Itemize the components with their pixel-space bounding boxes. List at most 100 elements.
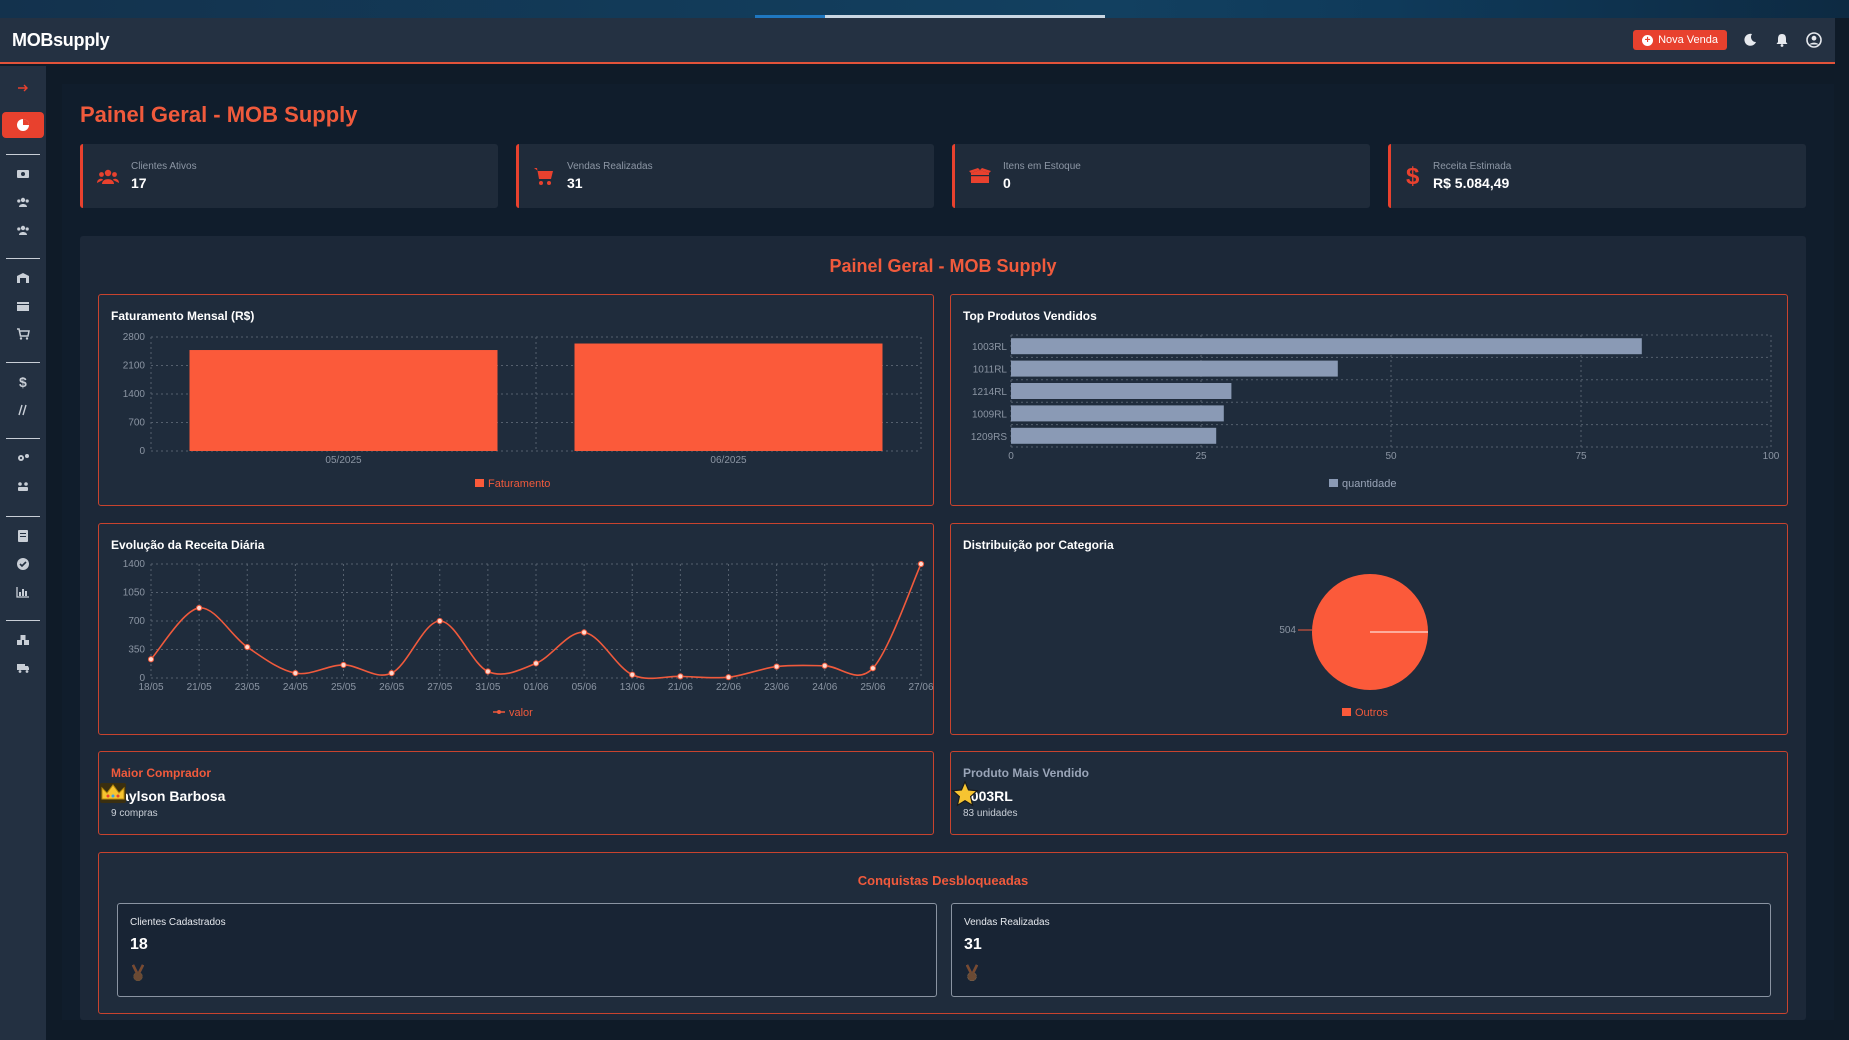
bar: [189, 350, 498, 451]
top-buyer-card: Maior Comprador Raylson Barbosa 9 compra…: [98, 751, 934, 835]
sidebar-item-delivery[interactable]: [4, 656, 42, 680]
sidebar-item-sales[interactable]: [4, 322, 42, 346]
pie-chart-icon: [17, 119, 29, 131]
cart-icon: [534, 168, 553, 185]
data-point: [677, 673, 684, 680]
x-tick-label: 25/05: [331, 682, 356, 693]
boxes-icon: [17, 635, 29, 645]
x-tick-label: 24/05: [283, 682, 308, 693]
y-tick-label: 1400: [123, 559, 146, 570]
svg-text:$: $: [1406, 164, 1420, 188]
slice-label: 504: [1279, 625, 1296, 636]
x-tick-label: 75: [1575, 451, 1587, 462]
x-tick-label: 0: [1008, 451, 1014, 462]
y-tick-label: 1214RL: [972, 387, 1007, 398]
stat-value: 0: [1003, 175, 1011, 191]
users-icon: [17, 197, 29, 207]
bronze-medal-icon: [965, 964, 979, 981]
warehouse-icon: [17, 273, 29, 283]
top-products-svg: 0 25 50 75 100 1003RL 1011RL 1214RL 1009RL 1209RS…: [971, 334, 1780, 490]
sidebar-item-reports[interactable]: [4, 398, 42, 422]
data-point: [917, 560, 925, 568]
y-tick-label: 2800: [123, 332, 146, 343]
top-product-label: Produto Mais Vendido: [963, 766, 1090, 780]
user-avatar-icon[interactable]: [1805, 31, 1823, 49]
sidebar-item-team[interactable]: [4, 218, 42, 242]
x-tick-label: 06/2025: [710, 455, 747, 466]
x-tick-label: 25: [1195, 451, 1207, 462]
x-tick-label: 27/05: [427, 682, 452, 693]
x-tick-label: 21/05: [187, 682, 212, 693]
stat-label: Itens em Estoque: [1003, 161, 1081, 172]
y-tick-label: 0: [139, 446, 145, 457]
x-tick-label: 31/05: [475, 682, 500, 693]
top-buyer-label: Maior Comprador: [111, 766, 212, 780]
achievement-value: 18: [130, 936, 148, 953]
sidebar-item-money[interactable]: [4, 162, 42, 186]
y-tick-label: 1003RL: [972, 342, 1007, 353]
data-point: [725, 674, 732, 681]
stat-value: 31: [567, 175, 583, 191]
sidebar-item-inventory[interactable]: [4, 628, 42, 652]
sidebar-item-dashboard[interactable]: [2, 112, 44, 138]
bar: [1011, 360, 1338, 377]
sidebar-item-products[interactable]: [4, 294, 42, 318]
y-tick-label: 1050: [123, 588, 146, 599]
data-point: [244, 643, 251, 651]
sidebar-divider: [6, 362, 40, 363]
sidebar-toggle-arrow-icon[interactable]: [4, 76, 42, 100]
star-icon: [951, 780, 979, 807]
bar: [1011, 427, 1217, 444]
sidebar-item-settings[interactable]: [4, 446, 42, 470]
top-product-units: 83 unidades: [963, 808, 1018, 819]
main-content: Painel Geral - MOB Supply Clientes Ativo…: [62, 84, 1834, 1020]
achievements-card: Conquistas Desbloqueadas Clientes Cadast…: [98, 852, 1788, 1014]
moon-icon[interactable]: [1741, 31, 1759, 49]
legend-swatch: [475, 479, 484, 487]
x-tick-label: 26/05: [379, 682, 404, 693]
daily-revenue-svg: 03507001050140018/05 21/05 23/05 24/05 25/05…: [123, 559, 934, 719]
dollar-icon: $: [19, 375, 27, 389]
bar: [1011, 405, 1224, 422]
page-title: Painel Geral - MOB Supply: [80, 102, 358, 127]
stat-card-sales: Vendas Realizadas 31: [516, 144, 934, 208]
category-pie-svg: 504 Outros: [1279, 574, 1428, 719]
x-tick-label: 24/06: [812, 682, 837, 693]
top-buyer-name: Raylson Barbosa: [111, 788, 226, 804]
x-tick-label: 25/06: [860, 682, 885, 693]
y-tick-label: 2100: [123, 361, 146, 372]
sidebar-item-finance[interactable]: $: [4, 370, 42, 394]
group-icon: [18, 482, 28, 491]
x-tick-label: 50: [1385, 451, 1397, 462]
chart-monthly-revenue: Faturamento Mensal (R$) 0 700 1400 2100 2800…: [98, 294, 934, 506]
new-sale-label: Nova Venda: [1658, 34, 1718, 46]
top-navbar: MOBsupply + Nova Venda: [0, 18, 1835, 64]
bell-icon[interactable]: [1773, 31, 1791, 49]
sidebar-item-warehouse[interactable]: [4, 266, 42, 290]
data-point: [629, 671, 636, 678]
sidebar-item-clients[interactable]: [4, 190, 42, 214]
sidebar-item-approvals[interactable]: [4, 552, 42, 576]
data-point: [869, 665, 876, 672]
x-tick-label: 18/05: [138, 682, 163, 693]
legend-label: valor: [509, 707, 533, 719]
sidebar-item-docs[interactable]: [4, 524, 42, 548]
sidebar-item-users[interactable]: [4, 474, 42, 498]
monthly-revenue-svg: 0 700 1400 2100 2800 05/2025 06/2025 Faturament…: [123, 332, 922, 490]
sidebar-divider: [6, 620, 40, 621]
brand-logo[interactable]: MOBsupply: [12, 30, 110, 51]
legend-label: Faturamento: [488, 478, 550, 490]
new-sale-button[interactable]: + Nova Venda: [1633, 30, 1727, 50]
y-tick-label: 1009RL: [972, 409, 1007, 420]
y-tick-label: 700: [128, 418, 145, 429]
y-tick-label: 1400: [123, 389, 146, 400]
users-icon: [97, 169, 119, 184]
achievement-value: 31: [964, 936, 982, 953]
sidebar-item-analytics[interactable]: [4, 580, 42, 604]
data-point: [436, 617, 443, 625]
sidebar-divider: [6, 154, 40, 155]
stat-label: Clientes Ativos: [131, 161, 197, 172]
x-tick-label: 01/06: [523, 682, 548, 693]
data-point: [388, 670, 395, 677]
x-tick-label: 21/06: [668, 682, 693, 693]
